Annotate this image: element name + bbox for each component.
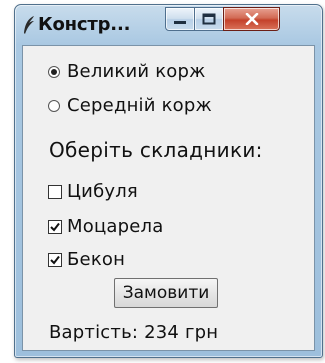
checkbox-onion[interactable]: Цибуля bbox=[48, 181, 138, 202]
checkbox-onion-label: Цибуля bbox=[67, 181, 138, 202]
minimize-icon bbox=[173, 10, 187, 29]
price-label: Вартість: 234 грн bbox=[49, 322, 219, 343]
radio-option-medium[interactable]: Середній корж bbox=[48, 95, 212, 116]
radio-large-indicator[interactable] bbox=[48, 65, 60, 78]
checkbox-bacon-box[interactable] bbox=[48, 252, 62, 267]
maximize-button[interactable] bbox=[194, 7, 224, 31]
checkbox-onion-box[interactable] bbox=[48, 184, 62, 199]
checkbox-bacon-label: Бекон bbox=[67, 249, 126, 270]
checkbox-mozzarella-box[interactable] bbox=[48, 219, 62, 234]
title-bar[interactable]: Констр... bbox=[15, 5, 322, 45]
close-button[interactable] bbox=[223, 7, 280, 31]
radio-medium-indicator[interactable] bbox=[48, 99, 60, 112]
checkbox-mozzarella-label: Моцарела bbox=[67, 216, 164, 237]
minimize-button[interactable] bbox=[165, 7, 195, 31]
app-window: Констр... Великий корж Середній корж Обе… bbox=[14, 4, 323, 358]
feather-icon bbox=[23, 15, 36, 35]
checkbox-mozzarella[interactable]: Моцарела bbox=[48, 216, 163, 237]
radio-option-large[interactable]: Великий корж bbox=[48, 61, 206, 82]
radio-large-label: Великий корж bbox=[67, 61, 206, 82]
price-row: Вартість: 234 грн bbox=[49, 322, 218, 343]
radio-medium-label: Середній корж bbox=[67, 95, 212, 116]
checkbox-bacon[interactable]: Бекон bbox=[48, 249, 125, 270]
client-area: Великий корж Середній корж Оберіть склад… bbox=[22, 45, 315, 351]
toppings-heading: Оберіть складники: bbox=[49, 138, 263, 162]
toppings-heading-row: Оберіть складники: bbox=[49, 138, 263, 162]
order-button[interactable]: Замовити bbox=[114, 278, 218, 308]
checkmark-icon bbox=[50, 255, 60, 265]
maximize-icon bbox=[202, 10, 216, 29]
window-title: Констр... bbox=[38, 14, 131, 35]
checkmark-icon bbox=[50, 222, 60, 232]
close-icon bbox=[245, 10, 259, 29]
